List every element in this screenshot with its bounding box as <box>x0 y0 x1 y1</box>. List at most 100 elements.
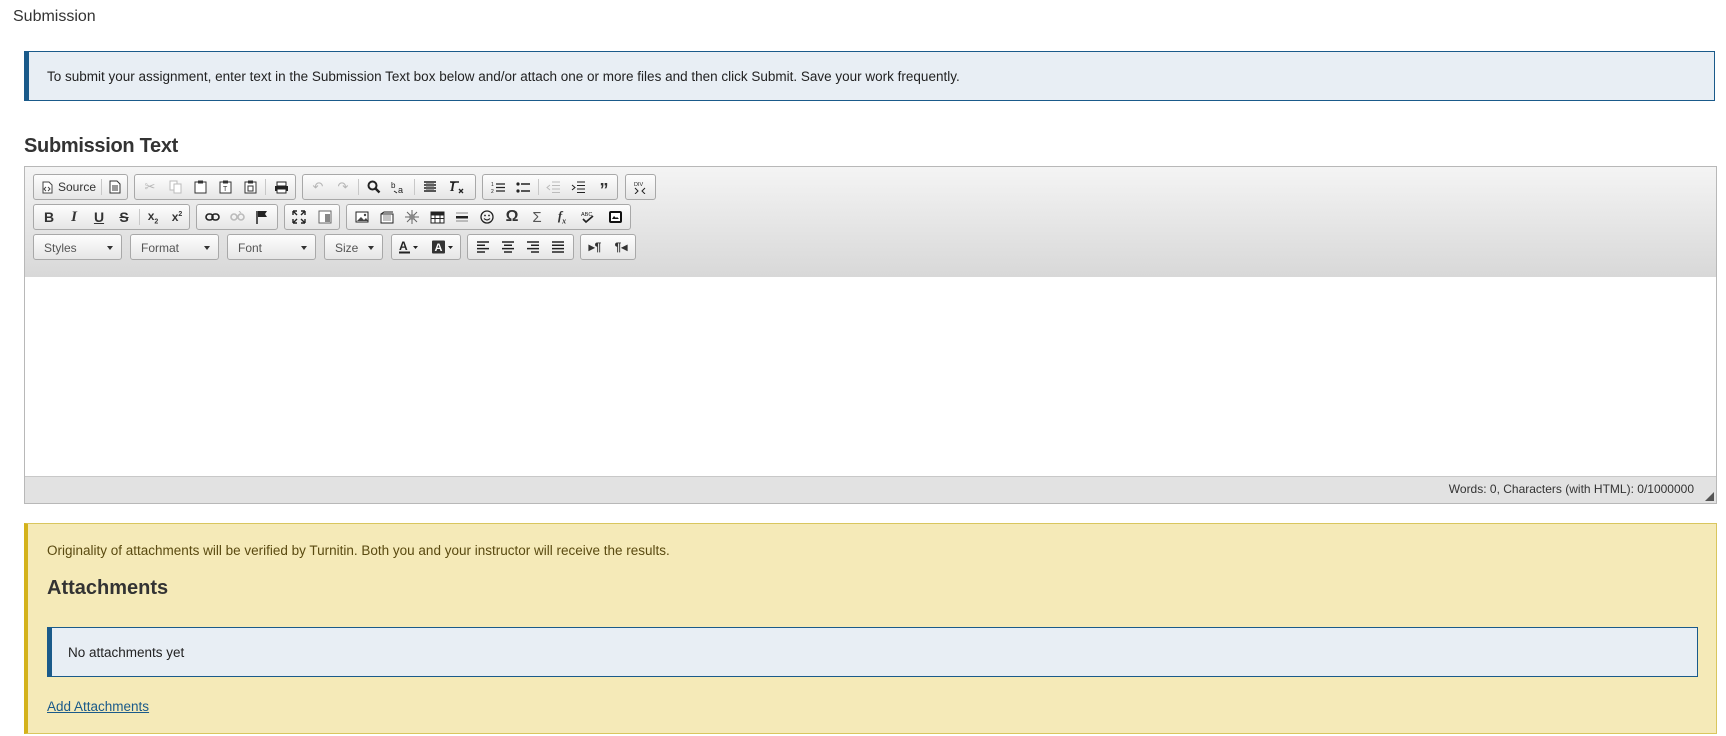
toolbar-group-align <box>467 234 574 260</box>
decrease-indent-button[interactable] <box>541 177 565 197</box>
source-label: Source <box>58 180 97 194</box>
format-label: Format <box>141 241 180 255</box>
fx-icon: fx <box>557 208 567 226</box>
paste-button[interactable] <box>188 177 212 197</box>
link-button[interactable] <box>200 207 224 227</box>
copy-icon <box>169 180 181 194</box>
size-dropdown[interactable]: Size <box>324 234 383 260</box>
print-button[interactable] <box>269 177 293 197</box>
toolbar-group-editing: ↶ ↷ ba I <box>302 174 476 200</box>
spellcheck-icon: ABC <box>581 212 594 224</box>
chevron-down-icon <box>204 246 210 250</box>
sparkle-button[interactable] <box>400 207 424 227</box>
blockquote-button[interactable]: ” <box>592 177 616 200</box>
italic-button[interactable]: I <box>62 207 86 227</box>
special-char-button[interactable]: Ω <box>500 207 524 227</box>
format-dropdown[interactable]: Format <box>130 234 219 260</box>
bulleted-list-icon <box>516 181 530 193</box>
flash-button[interactable] <box>375 207 399 227</box>
bold-button[interactable]: B <box>37 207 61 227</box>
justify-button[interactable] <box>546 237 570 257</box>
strikethrough-icon: S <box>119 209 129 225</box>
align-right-button[interactable] <box>521 237 545 257</box>
editor-content-area[interactable] <box>25 277 1716 477</box>
copy-button[interactable] <box>163 177 187 197</box>
no-attachments-text: No attachments yet <box>68 645 185 660</box>
paste-text-button[interactable]: T <box>213 177 237 197</box>
templates-button[interactable] <box>103 177 127 197</box>
add-attachments-link[interactable]: Add Attachments <box>47 699 149 714</box>
text-color-icon: A <box>399 240 418 254</box>
background-color-button[interactable]: A <box>428 237 458 257</box>
smiley-button[interactable] <box>475 207 499 227</box>
strike-button[interactable]: S <box>112 207 136 227</box>
toolbar-group-tools <box>284 204 340 230</box>
resize-grip-icon[interactable] <box>1705 492 1714 501</box>
chevron-down-icon <box>107 246 113 250</box>
select-all-button[interactable] <box>418 177 442 197</box>
justify-icon <box>552 241 564 253</box>
underline-button[interactable]: U <box>87 207 111 227</box>
bulleted-list-button[interactable] <box>511 177 535 197</box>
svg-text:DIV: DIV <box>634 182 644 188</box>
svg-text:1: 1 <box>491 182 494 188</box>
cut-button[interactable]: ✂ <box>138 177 162 197</box>
horizontal-rule-button[interactable] <box>450 207 474 227</box>
toolbar-group-paragraph: 12 ” <box>482 174 618 200</box>
chevron-down-icon <box>368 246 374 250</box>
align-left-icon <box>477 241 489 253</box>
attachments-heading: Attachments <box>47 577 169 599</box>
italic-icon: I <box>71 208 77 225</box>
editor-toolbar: Source ✂ T ↶ ↷ b a I 1 2 ” DIV B I U S x… <box>25 167 1716 278</box>
increase-indent-button[interactable] <box>566 177 590 197</box>
ltr-button[interactable]: ▸¶ <box>583 237 607 257</box>
remove-format-button[interactable]: I <box>445 177 469 197</box>
anchor-button[interactable] <box>250 207 274 227</box>
creatediv-icon: DIV <box>634 182 646 194</box>
font-dropdown[interactable]: Font <box>227 234 316 260</box>
text-color-button[interactable]: A <box>395 237 423 257</box>
attachments-panel: Originality of attachments will be verif… <box>24 523 1717 734</box>
table-button[interactable] <box>425 207 449 227</box>
align-right-icon <box>527 241 539 253</box>
redo-button[interactable]: ↷ <box>331 177 355 197</box>
styles-dropdown[interactable]: Styles <box>33 234 122 260</box>
replace-button[interactable]: ba <box>387 177 411 197</box>
clipboard-icon <box>194 180 206 194</box>
maximize-button[interactable] <box>287 207 311 227</box>
subscript-button[interactable]: x2 <box>141 207 165 227</box>
creatediv-button[interactable]: DIV <box>628 177 652 197</box>
editor-status-bar: Words: 0, Characters (with HTML): 0/1000… <box>25 476 1716 503</box>
rtl-button[interactable]: ¶◂ <box>609 237 633 257</box>
iframe-icon <box>608 211 622 223</box>
instructions-box: To submit your assignment, enter text in… <box>24 51 1715 101</box>
turnitin-notice: Originality of attachments will be verif… <box>47 543 670 558</box>
superscript-button[interactable]: x2 <box>165 207 189 227</box>
background-color-icon: A <box>432 240 453 254</box>
toolbar-group-scayt: DIV <box>625 174 656 200</box>
undo-button[interactable]: ↶ <box>306 177 330 197</box>
printer-icon <box>274 181 288 193</box>
toolbar-group-basicstyles: B I U S x2 x2 <box>33 204 190 230</box>
paste-word-button[interactable] <box>238 177 262 197</box>
numbered-list-button[interactable]: 12 <box>486 177 510 197</box>
toolbar-group-colors: A A <box>391 234 461 260</box>
math-button[interactable]: Σ <box>525 207 549 227</box>
align-left-button[interactable] <box>471 237 495 257</box>
spellcheck-button[interactable]: ABC <box>575 207 599 227</box>
find-button[interactable] <box>362 177 386 197</box>
video-icon <box>380 211 394 223</box>
horizontal-rule-icon <box>456 212 468 222</box>
formula-button[interactable]: fx <box>550 207 574 227</box>
source-button[interactable]: Source <box>36 177 103 197</box>
paste-text-icon: T <box>219 180 231 194</box>
iframe-button[interactable] <box>603 207 627 227</box>
image-button[interactable] <box>350 207 374 227</box>
unlink-button[interactable] <box>225 207 249 227</box>
document-icon <box>109 180 121 194</box>
align-center-button[interactable] <box>496 237 520 257</box>
show-blocks-button[interactable] <box>313 207 337 227</box>
undo-icon: ↶ <box>312 179 324 194</box>
svg-text:2: 2 <box>491 189 494 194</box>
toolbar-group-insert: Ω Σ fx ABC <box>346 204 631 230</box>
